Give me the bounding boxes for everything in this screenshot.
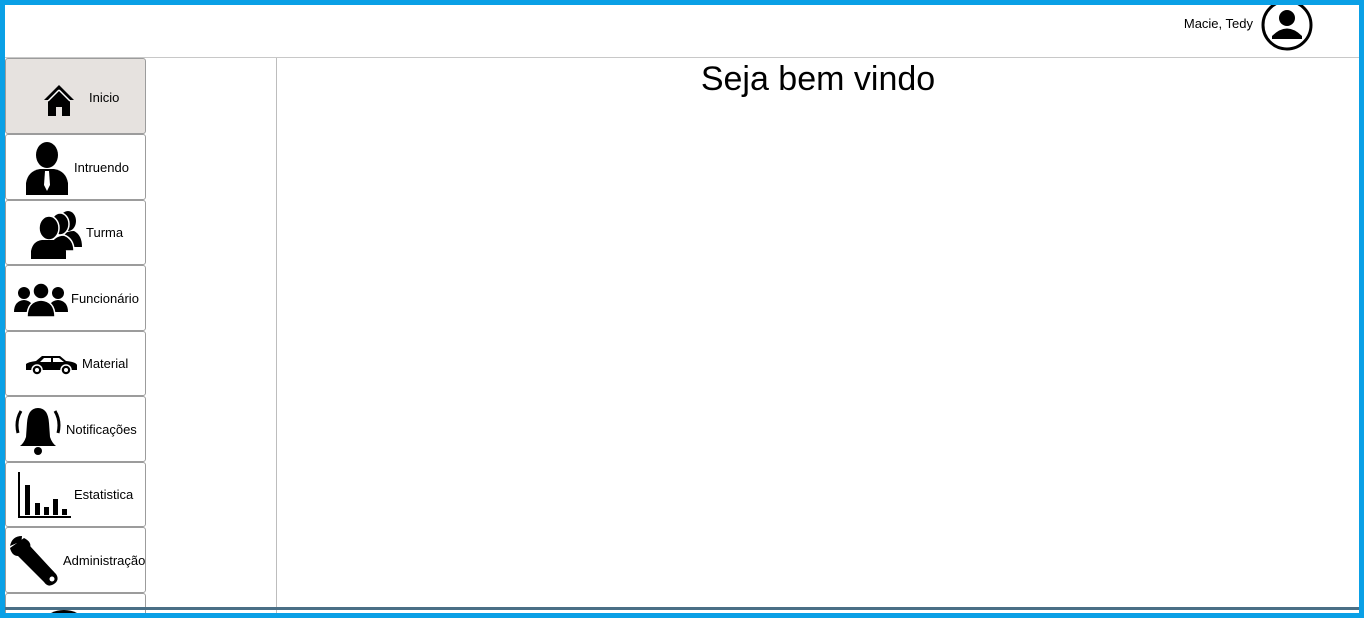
sidebar-item-label: Inicio bbox=[89, 90, 120, 105]
bar-chart-icon bbox=[18, 472, 71, 518]
user-circle-icon[interactable] bbox=[1261, 0, 1313, 51]
sidebar-item-label: Notificações bbox=[66, 422, 137, 437]
car-icon bbox=[26, 356, 77, 376]
sidebar-item-label: Estatistica bbox=[74, 487, 134, 502]
person-tie-icon bbox=[26, 142, 68, 195]
sidebar-item-more[interactable] bbox=[5, 593, 146, 613]
sidebar-item-label: Turma bbox=[86, 225, 124, 240]
sidebar-item-inicio[interactable]: Inicio bbox=[5, 58, 146, 134]
wrench-icon bbox=[10, 536, 58, 586]
sidebar-item-estatistica[interactable]: Estatistica bbox=[5, 462, 146, 527]
sidebar-item-notificacoes[interactable]: Notificações bbox=[5, 396, 146, 462]
app-window: Macie, Tedy Inicio Intruendo Turma Funci… bbox=[0, 0, 1364, 618]
bottom-divider bbox=[5, 607, 1359, 610]
top-bar: Macie, Tedy bbox=[5, 5, 1359, 58]
sidebar-item-label: Intruendo bbox=[74, 160, 129, 175]
sidebar-item-intruendo[interactable]: Intruendo bbox=[5, 134, 146, 200]
main-content: Seja bem vindo bbox=[277, 58, 1359, 613]
sidebar-item-label: Administração bbox=[63, 553, 146, 568]
page-title: Seja bem vindo bbox=[700, 60, 936, 98]
sidebar-item-administracao[interactable]: Administração bbox=[5, 527, 146, 593]
sidebar-item-label: Material bbox=[82, 356, 129, 371]
sidebar-item-turma[interactable]: Turma bbox=[5, 200, 146, 265]
home-icon bbox=[44, 85, 74, 116]
sidebar-item-funcionario[interactable]: Funcionário bbox=[5, 265, 146, 331]
bell-icon bbox=[15, 408, 61, 455]
user-name[interactable]: Macie, Tedy bbox=[1184, 16, 1253, 31]
sidebar: Inicio Intruendo Turma Funcionário Mater… bbox=[5, 58, 277, 613]
partial-icon bbox=[51, 610, 77, 613]
people-icon bbox=[14, 282, 68, 318]
sidebar-item-material[interactable]: Material bbox=[5, 331, 146, 396]
sidebar-item-label: Funcionário bbox=[71, 291, 139, 306]
group-icon bbox=[31, 211, 82, 259]
